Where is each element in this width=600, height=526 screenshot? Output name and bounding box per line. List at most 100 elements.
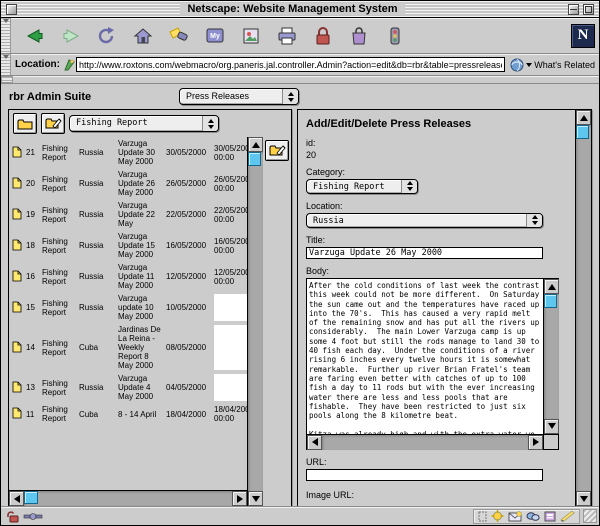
composer-icon[interactable] (560, 510, 575, 522)
scrollbar-thumb[interactable] (576, 125, 589, 139)
shop-icon[interactable] (343, 21, 375, 51)
url-input-field[interactable] (306, 469, 543, 481)
search-icon[interactable] (163, 21, 195, 51)
table-select[interactable]: Press Releases (179, 88, 299, 105)
edit-form-panel: Add/Edit/Delete Press Releases id: 20 Ca… (297, 109, 592, 507)
location-select[interactable]: Russia (306, 213, 543, 228)
location-bar-gripper[interactable] (1, 54, 11, 75)
window-resize-grip[interactable] (583, 509, 597, 523)
row-title: 8 - 14 April (118, 410, 164, 419)
scroll-up-button[interactable] (576, 110, 591, 125)
scrollbar-track[interactable] (24, 491, 232, 506)
my-netscape-icon[interactable]: My (199, 21, 231, 51)
scroll-down-button[interactable] (544, 419, 559, 434)
row-document-icon (12, 270, 24, 284)
bookmark-icon[interactable] (63, 58, 76, 71)
document-icon (12, 301, 22, 313)
scroll-down-button[interactable] (248, 491, 263, 506)
admin-header: rbr Admin Suite Press Releases (1, 84, 599, 109)
press-release-row[interactable]: 13Fishing ReportRussiaVarzuga Update 4 M… (9, 372, 247, 403)
row-category: Fishing Report (42, 379, 77, 397)
list-toolbar: Fishing Report (9, 110, 291, 137)
document-icon (12, 341, 22, 353)
component-toggle-icon[interactable] (478, 511, 487, 522)
title-label: Title: (306, 235, 567, 245)
id-value: 20 (306, 150, 567, 160)
press-release-row[interactable]: 20Fishing ReportRussiaVarzuga Update 26 … (9, 168, 247, 199)
row-category: Fishing Report (42, 144, 77, 162)
scrollbar-thumb[interactable] (248, 152, 261, 166)
scrollbar-thumb[interactable] (24, 491, 38, 504)
window-title: Netscape: Website Management System (17, 3, 568, 15)
netscape-logo-icon[interactable]: N (571, 24, 595, 48)
window-close-button[interactable] (6, 4, 17, 15)
body-horizontal-scrollbar (307, 434, 543, 450)
images-icon[interactable] (235, 21, 267, 51)
title-input[interactable] (306, 247, 543, 259)
scroll-left-button[interactable] (9, 491, 24, 506)
scroll-left-button[interactable] (307, 435, 322, 450)
row-title: Varzuga update 10 May 2000 (118, 294, 164, 321)
body-label: Body: (306, 266, 567, 276)
address-book-icon[interactable] (544, 511, 556, 522)
row-title: Varzuga Update 15 May 2000 (118, 232, 164, 259)
print-icon[interactable] (271, 21, 303, 51)
stop-icon[interactable] (379, 21, 411, 51)
scrollbar-track[interactable] (322, 435, 528, 450)
edit-category-button[interactable] (41, 113, 65, 134)
press-release-list: 21Fishing ReportRussiaVarzuga Update 30 … (9, 137, 247, 490)
press-release-row[interactable]: 16Fishing ReportRussiaVarzuga Update 11 … (9, 261, 247, 292)
row-modified: 12/05/2000 00:00 (214, 263, 247, 290)
toolbar-gripper[interactable] (1, 18, 11, 53)
press-release-row[interactable]: 15Fishing ReportRussiaVarzuga update 10 … (9, 292, 247, 323)
plug-icon[interactable] (23, 511, 43, 522)
reload-icon[interactable] (91, 21, 123, 51)
edit-selected-button[interactable] (265, 140, 289, 161)
newsgroups-icon[interactable] (526, 511, 540, 522)
home-icon[interactable] (127, 21, 159, 51)
mailbox-icon[interactable] (508, 511, 522, 522)
row-date: 22/05/2000 (166, 210, 212, 219)
row-location: Russia (79, 148, 116, 157)
category-filter-select[interactable]: Fishing Report (69, 115, 219, 132)
row-document-icon (12, 208, 24, 222)
image-url-label: Image URL: (306, 490, 567, 500)
scrollbar-thumb[interactable] (544, 294, 557, 308)
new-folder-button[interactable] (13, 113, 37, 134)
row-document-icon (12, 341, 24, 355)
press-release-row[interactable]: 18Fishing ReportRussiaVarzuga Update 15 … (9, 230, 247, 261)
row-title: Varzuga Update 22 May (118, 201, 164, 228)
scroll-up-button[interactable] (248, 137, 263, 152)
security-icon[interactable] (307, 21, 339, 51)
window-shade-button[interactable] (568, 4, 579, 15)
row-date: 16/05/2000 (166, 241, 212, 250)
whats-related-arrow-icon (526, 63, 532, 67)
whats-related-button[interactable]: What's Related (510, 58, 595, 72)
category-filter-value: Fishing Report (70, 116, 202, 131)
navigator-icon[interactable] (491, 510, 504, 522)
press-release-row[interactable]: 14Fishing ReportCubaJardinas De La Reina… (9, 323, 247, 372)
category-select[interactable]: Fishing Report (306, 179, 418, 194)
press-release-row[interactable]: 21Fishing ReportRussiaVarzuga Update 30 … (9, 137, 247, 168)
scrollbar-track[interactable] (248, 152, 263, 491)
security-lock-open-icon[interactable] (6, 510, 20, 523)
component-bar (473, 509, 580, 524)
url-input[interactable] (76, 57, 505, 72)
body-textarea[interactable]: After the cold conditions of last week t… (307, 279, 543, 434)
category-label: Category: (306, 167, 567, 177)
title-bar[interactable]: Netscape: Website Management System (1, 1, 599, 18)
scroll-up-button[interactable] (544, 279, 559, 294)
press-release-row[interactable]: 19Fishing ReportRussiaVarzuga Update 22 … (9, 199, 247, 230)
forward-icon[interactable] (55, 21, 87, 51)
personal-toolbar-gripper[interactable] (1, 76, 13, 83)
scroll-down-button[interactable] (576, 491, 591, 506)
scroll-right-button[interactable] (528, 435, 543, 450)
scrollbar-track[interactable] (544, 294, 559, 419)
scrollbar-track[interactable] (576, 125, 591, 491)
window-zoom-button[interactable] (583, 4, 594, 15)
back-icon[interactable] (19, 21, 51, 51)
body-vertical-scrollbar (543, 279, 559, 434)
scroll-right-button[interactable] (232, 491, 247, 506)
row-modified: 26/05/2000 00:00 (214, 170, 247, 197)
press-release-row[interactable]: 11Fishing ReportCuba8 - 14 April18/04/20… (9, 403, 247, 425)
